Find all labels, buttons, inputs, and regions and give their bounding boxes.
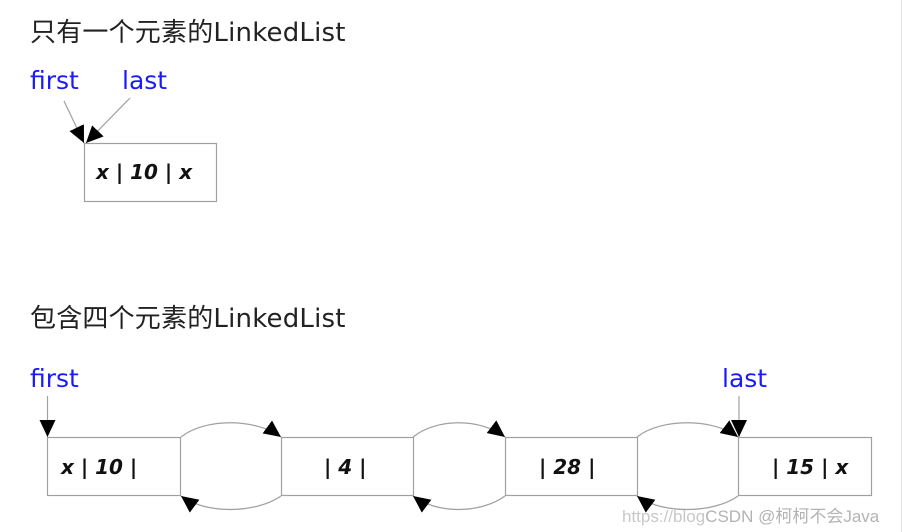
watermark-url: https://blog xyxy=(622,507,706,526)
watermark-author: CSDN @柯柯不会Java xyxy=(705,507,880,526)
node-2-value: | 4 | xyxy=(324,455,367,479)
four-first-label: first xyxy=(30,364,79,393)
four-list-title: 包含四个元素的LinkedList xyxy=(30,304,346,334)
single-first-arrow xyxy=(63,100,85,144)
watermark: https://blogCSDN @柯柯不会Java xyxy=(622,502,879,527)
next-link-3-4 xyxy=(636,420,739,438)
four-last-label: last xyxy=(722,364,768,393)
node-3-value: | 28 | xyxy=(539,455,596,479)
node-4-value: | 15 | x xyxy=(772,455,849,479)
single-node-value: x | 10 | x xyxy=(96,160,193,184)
next-link-2-3 xyxy=(412,420,506,438)
prev-link-3-2 xyxy=(412,495,506,513)
node-1-value: x | 10 | xyxy=(61,455,138,479)
single-last-arrow xyxy=(85,97,131,144)
next-link-1-2 xyxy=(180,420,282,438)
diagram-lines xyxy=(39,97,873,513)
prev-link-2-1 xyxy=(180,495,282,513)
